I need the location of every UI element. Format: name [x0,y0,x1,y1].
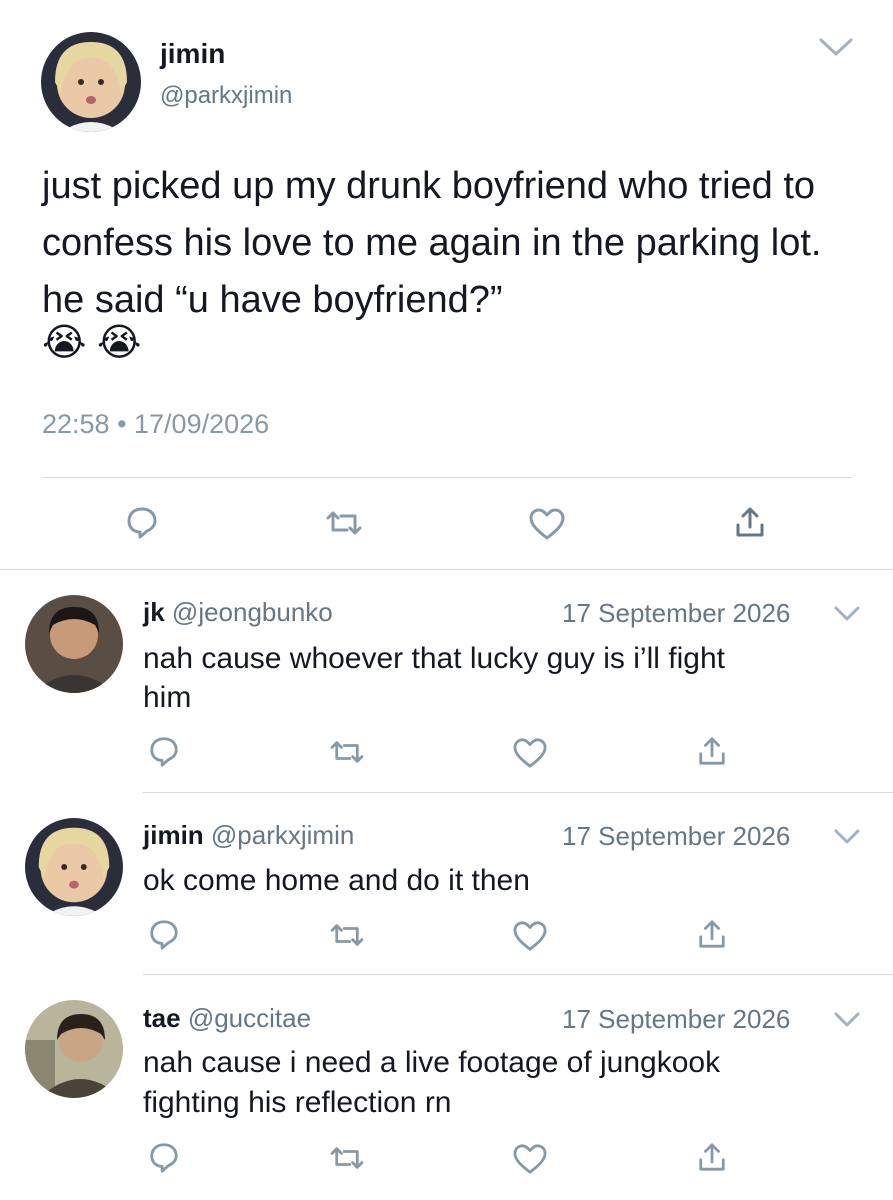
like-icon[interactable] [512,920,548,952]
crying-face-emoji: 😭 [42,322,87,364]
share-icon[interactable] [697,735,727,767]
tweet-text: just picked up my drunk boyfriend who tr… [42,165,822,321]
user-handle[interactable]: @parkxjimin [160,82,292,110]
retweet-icon[interactable] [328,738,366,766]
share-icon[interactable] [697,918,727,950]
reply-text-line: nah cause whoever that lucky guy is i’ll… [143,642,725,675]
divider [42,477,852,478]
reply-date: 17 September 2026 [562,598,791,628]
reply-header: tae @guccitae [143,1003,311,1034]
display-name[interactable]: tae [143,1003,181,1033]
avatar[interactable] [25,1000,123,1098]
chevron-down-icon[interactable] [833,1011,861,1029]
crying-face-emoji: 😭 [96,322,142,364]
timestamp: 22:58 • 17/09/2026 [42,409,270,439]
divider [143,974,893,975]
reply-date: 17 September 2026 [562,821,791,851]
avatar[interactable] [25,595,123,693]
emoji-row: 😭 😭 [42,318,141,368]
reply-header: jimin @parkxjimin [143,820,354,851]
reply-text-line: fighting his reflection rn [143,1086,452,1119]
reply-text-line: him [143,681,192,714]
chevron-down-icon[interactable] [833,828,861,846]
divider [0,569,893,570]
avatar[interactable] [41,32,141,132]
reply-icon[interactable] [148,735,180,767]
like-icon[interactable] [528,507,566,541]
reply-icon[interactable] [125,505,159,539]
like-icon[interactable] [512,737,548,769]
retweet-icon[interactable] [328,921,366,949]
user-handle[interactable]: @jeongbunko [172,597,333,627]
share-icon[interactable] [697,1141,727,1173]
display-name[interactable]: jimin [143,820,204,850]
user-handle[interactable]: @guccitae [188,1003,311,1033]
reply-header: jk @jeongbunko [143,597,333,628]
reply-text: nah cause i need a live footage of jungk… [143,1043,720,1123]
display-name[interactable]: jimin [160,38,225,70]
reply-text: nah cause whoever that lucky guy is i’ll… [143,639,725,717]
avatar[interactable] [25,818,123,916]
reply-text-line: ok come home and do it then [143,864,530,897]
reply-text: ok come home and do it then [143,861,530,900]
retweet-icon[interactable] [328,1144,366,1172]
share-icon[interactable] [734,505,766,539]
divider [143,792,893,793]
chevron-down-icon[interactable] [833,605,861,623]
reply-icon[interactable] [148,1141,180,1173]
display-name[interactable]: jk [143,597,165,627]
retweet-icon[interactable] [324,508,364,538]
reply-text-line: nah cause i need a live footage of jungk… [143,1046,721,1079]
chevron-down-icon[interactable] [818,36,854,58]
user-handle[interactable]: @parkxjimin [211,820,354,850]
reply-icon[interactable] [148,918,180,950]
reply-date: 17 September 2026 [562,1004,791,1034]
like-icon[interactable] [512,1143,548,1175]
